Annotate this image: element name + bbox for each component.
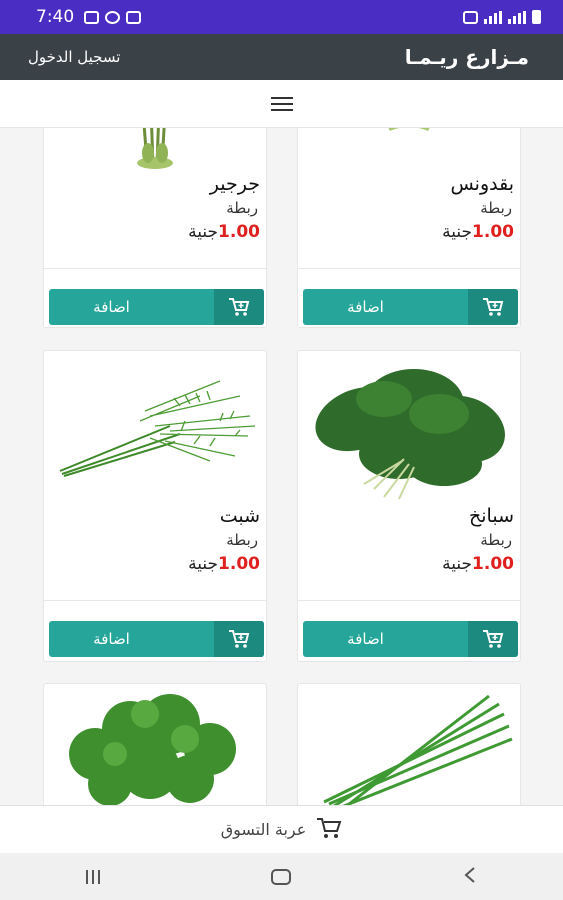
price-value: 1.00 bbox=[472, 554, 514, 574]
gallery-icon bbox=[84, 10, 100, 24]
status-bar: 7:40 bbox=[0, 0, 563, 34]
product-price: 1.00جنية bbox=[442, 222, 514, 242]
add-button-label: اضافة bbox=[93, 298, 130, 316]
add-button-label: اضافة bbox=[93, 630, 130, 648]
product-card-spinach: سبانخ ربطة 1.00جنية اضافة bbox=[297, 350, 521, 662]
add-to-cart-button[interactable]: اضافة bbox=[303, 289, 518, 325]
app-header: تسجيل الدخول مـزارع ريـمـا bbox=[0, 34, 563, 80]
cart-icon bbox=[316, 817, 342, 843]
whatsapp-icon bbox=[105, 10, 121, 24]
brand-logo[interactable]: مـزارع ريـمـا bbox=[405, 45, 529, 69]
product-image-coriander bbox=[44, 684, 266, 809]
add-to-cart-button[interactable]: اضافة bbox=[49, 621, 264, 657]
cart-add-icon bbox=[468, 289, 518, 325]
recent-apps-icon[interactable] bbox=[85, 869, 100, 884]
card-divider bbox=[44, 268, 266, 269]
shopping-cart-bar[interactable]: عربة التسوق bbox=[0, 805, 563, 853]
card-divider bbox=[298, 600, 520, 601]
status-time: 7:40 bbox=[36, 7, 75, 27]
alarm-icon bbox=[463, 10, 478, 24]
home-icon[interactable] bbox=[271, 868, 292, 885]
notification-icon bbox=[126, 10, 142, 24]
card-divider bbox=[298, 268, 520, 269]
cart-add-icon bbox=[214, 289, 264, 325]
wifi-signal-icon bbox=[484, 10, 502, 24]
product-unit: ربطة bbox=[226, 531, 258, 549]
system-nav-bar bbox=[0, 853, 563, 900]
card-divider bbox=[44, 600, 266, 601]
product-unit: ربطة bbox=[480, 531, 512, 549]
price-value: 1.00 bbox=[218, 222, 260, 242]
login-link[interactable]: تسجيل الدخول bbox=[28, 48, 120, 66]
product-grid: جرجير ربطة 1.00جنية اضافة بقدونس ربطة 1.… bbox=[0, 0, 563, 900]
hamburger-menu-icon[interactable] bbox=[270, 96, 293, 111]
product-price: 1.00جنية bbox=[442, 554, 514, 574]
product-image-spinach bbox=[298, 356, 520, 506]
cart-add-icon bbox=[214, 621, 264, 657]
product-unit: ربطة bbox=[480, 199, 512, 217]
product-image-green-onion bbox=[298, 684, 520, 809]
add-to-cart-button[interactable]: اضافة bbox=[303, 621, 518, 657]
product-name: جرجير bbox=[209, 173, 260, 195]
product-card-arugula: جرجير ربطة 1.00جنية اضافة bbox=[43, 100, 267, 328]
cell-signal-icon bbox=[508, 10, 526, 24]
product-name: بقدونس bbox=[450, 173, 514, 195]
product-card-coriander bbox=[43, 683, 267, 823]
add-button-label: اضافة bbox=[347, 630, 384, 648]
price-value: 1.00 bbox=[218, 554, 260, 574]
price-currency: جنية bbox=[188, 222, 219, 242]
add-button-label: اضافة bbox=[347, 298, 384, 316]
menu-bar bbox=[0, 80, 563, 128]
price-currency: جنية bbox=[442, 554, 473, 574]
product-name: شبت bbox=[219, 505, 260, 527]
cart-add-icon bbox=[468, 621, 518, 657]
product-name: سبانخ bbox=[469, 505, 514, 527]
product-card-dill: شبت ربطة 1.00جنية اضافة bbox=[43, 350, 267, 662]
product-price: 1.00جنية bbox=[188, 222, 260, 242]
add-to-cart-button[interactable]: اضافة bbox=[49, 289, 264, 325]
battery-icon bbox=[532, 10, 541, 24]
product-unit: ربطة bbox=[226, 199, 258, 217]
price-currency: جنية bbox=[188, 554, 219, 574]
product-image-dill bbox=[44, 361, 266, 501]
product-price: 1.00جنية bbox=[188, 554, 260, 574]
product-card-parsley: بقدونس ربطة 1.00جنية اضافة bbox=[297, 100, 521, 328]
price-value: 1.00 bbox=[472, 222, 514, 242]
price-currency: جنية bbox=[442, 222, 473, 242]
back-icon[interactable] bbox=[463, 866, 477, 888]
product-card-green-onion bbox=[297, 683, 521, 823]
cart-label: عربة التسوق bbox=[220, 820, 307, 839]
